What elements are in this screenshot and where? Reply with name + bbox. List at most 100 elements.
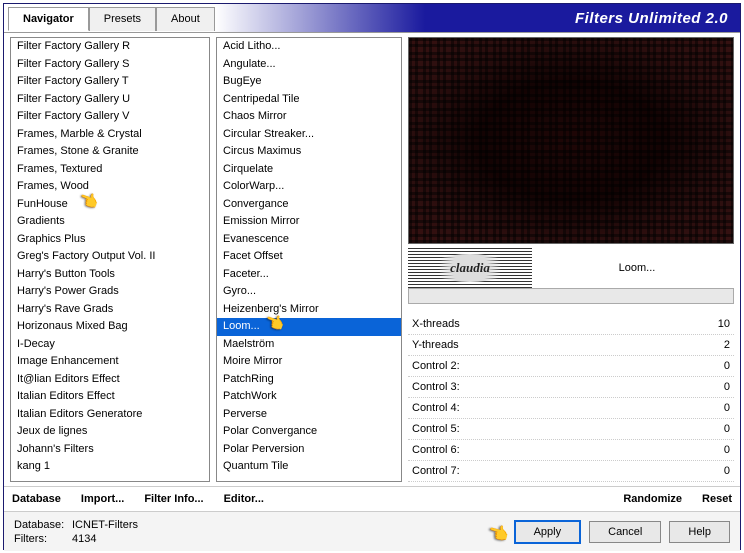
list-item[interactable]: BugEye — [217, 73, 401, 91]
list-item[interactable]: PatchWork — [217, 388, 401, 406]
control-row[interactable]: Control 5:0 — [408, 419, 734, 440]
list-item[interactable]: Filter Factory Gallery R — [11, 38, 209, 56]
list-item[interactable]: Perverse — [217, 406, 401, 424]
list-item[interactable]: ColorWarp... — [217, 178, 401, 196]
cancel-button[interactable]: Cancel — [589, 521, 661, 543]
list-item[interactable]: Horizonaus Mixed Bag — [11, 318, 209, 336]
control-row[interactable]: X-threads10 — [408, 314, 734, 335]
filter-info-button[interactable]: Filter Info... — [144, 493, 203, 505]
control-label: Control 5: — [412, 421, 690, 437]
control-value: 0 — [690, 358, 730, 374]
tab-bar: Navigator Presets About — [8, 6, 215, 30]
control-label: Control 4: — [412, 400, 690, 416]
list-item[interactable]: Filter Factory Gallery T — [11, 73, 209, 91]
list-item[interactable]: Convergance — [217, 196, 401, 214]
control-row[interactable]: Control 4:0 — [408, 398, 734, 419]
import-button[interactable]: Import... — [81, 493, 124, 505]
controls-panel: X-threads10Y-threads2Control 2:0Control … — [408, 314, 734, 482]
footer: Database:ICNET-Filters Filters:4134 👉 Ap… — [4, 511, 740, 551]
control-row[interactable]: Control 6:0 — [408, 440, 734, 461]
list-item[interactable]: Angulate... — [217, 56, 401, 74]
list-item[interactable]: Harry's Button Tools — [11, 266, 209, 284]
list-item[interactable]: Facet Offset — [217, 248, 401, 266]
list-item[interactable]: Frames, Wood — [11, 178, 209, 196]
db-value: ICNET-Filters — [72, 519, 138, 531]
control-value: 10 — [690, 316, 730, 332]
database-button[interactable]: Database — [12, 493, 61, 505]
control-label: Y-threads — [412, 337, 690, 353]
list-item[interactable]: Gradients — [11, 213, 209, 231]
control-row[interactable]: Control 2:0 — [408, 356, 734, 377]
list-item[interactable]: FunHouse👉 — [11, 196, 209, 214]
list-item[interactable]: Harry's Rave Grads — [11, 301, 209, 319]
editor-button[interactable]: Editor... — [224, 493, 264, 505]
list-item[interactable]: I-Decay — [11, 336, 209, 354]
list-item[interactable]: kang 1 — [11, 458, 209, 476]
control-value: 0 — [690, 400, 730, 416]
category-list[interactable]: Filter Factory Gallery RFilter Factory G… — [10, 37, 210, 482]
list-item[interactable]: Jeux de lignes — [11, 423, 209, 441]
list-item[interactable]: Moire Mirror — [217, 353, 401, 371]
list-item[interactable]: Chaos Mirror — [217, 108, 401, 126]
list-item[interactable]: Frames, Stone & Granite — [11, 143, 209, 161]
list-item[interactable]: Johann's Filters — [11, 441, 209, 459]
list-item[interactable]: Emission Mirror — [217, 213, 401, 231]
list-item[interactable]: Polar Convergance — [217, 423, 401, 441]
list-item[interactable]: Frames, Marble & Crystal — [11, 126, 209, 144]
list-item[interactable]: Frames, Textured — [11, 161, 209, 179]
list-item[interactable]: Quantum Tile — [217, 458, 401, 476]
footer-info: Database:ICNET-Filters Filters:4134 — [14, 518, 138, 546]
list-item[interactable]: Maelström — [217, 336, 401, 354]
control-value: 0 — [690, 379, 730, 395]
reset-button[interactable]: Reset — [702, 493, 732, 505]
list-item[interactable]: Image Enhancement — [11, 353, 209, 371]
list-item[interactable]: Centripedal Tile — [217, 91, 401, 109]
list-item[interactable]: Filter Factory Gallery S — [11, 56, 209, 74]
list-item[interactable]: It@lian Editors Effect — [11, 371, 209, 389]
progress-bar — [408, 288, 734, 304]
list-item[interactable]: Cirquelate — [217, 161, 401, 179]
control-value: 0 — [690, 421, 730, 437]
control-label: Control 6: — [412, 442, 690, 458]
list-item[interactable]: Loom...👉 — [217, 318, 401, 336]
app-title: Filters Unlimited 2.0 — [575, 10, 728, 27]
list-item[interactable]: Filter Factory Gallery U — [11, 91, 209, 109]
control-value: 2 — [690, 337, 730, 353]
list-item[interactable]: Filter Factory Gallery V — [11, 108, 209, 126]
list-item[interactable]: PatchRing — [217, 371, 401, 389]
list-item[interactable]: Polar Perversion — [217, 441, 401, 459]
filter-column: Acid Litho...Angulate...BugEyeCentripeda… — [216, 37, 402, 482]
list-item[interactable]: Heizenberg's Mirror — [217, 301, 401, 319]
list-item[interactable]: Harry's Power Grads — [11, 283, 209, 301]
apply-button[interactable]: 👉 Apply — [514, 520, 582, 544]
list-item[interactable]: Circus Maximus — [217, 143, 401, 161]
list-item[interactable]: Circular Streaker... — [217, 126, 401, 144]
list-item[interactable]: Evanescence — [217, 231, 401, 249]
tab-presets[interactable]: Presets — [89, 7, 156, 31]
control-row[interactable]: Control 3:0 — [408, 377, 734, 398]
tab-navigator[interactable]: Navigator — [8, 7, 89, 31]
filters-count: 4134 — [72, 533, 96, 545]
control-value: 0 — [690, 442, 730, 458]
list-item[interactable]: Graphics Plus — [11, 231, 209, 249]
tab-about[interactable]: About — [156, 7, 215, 31]
list-item[interactable]: Italian Editors Generatore — [11, 406, 209, 424]
footer-buttons: 👉 Apply Cancel Help — [514, 520, 730, 544]
main-area: Filter Factory Gallery RFilter Factory G… — [4, 32, 740, 486]
list-item[interactable]: Greg's Factory Output Vol. II — [11, 248, 209, 266]
control-row[interactable]: Control 7:0 — [408, 461, 734, 482]
control-label: Control 3: — [412, 379, 690, 395]
current-filter-name: Loom... — [540, 262, 734, 274]
hand-pointer-icon: 👉 — [485, 521, 511, 546]
list-item[interactable]: Faceter... — [217, 266, 401, 284]
list-item[interactable]: Italian Editors Effect — [11, 388, 209, 406]
list-item[interactable]: Gyro... — [217, 283, 401, 301]
help-button[interactable]: Help — [669, 521, 730, 543]
title-bar: Filters Unlimited 2.0 — [215, 4, 740, 32]
list-item[interactable]: Acid Litho... — [217, 38, 401, 56]
toolbar-row: Database Import... Filter Info... Editor… — [4, 486, 740, 511]
filter-list[interactable]: Acid Litho...Angulate...BugEyeCentripeda… — [216, 37, 402, 482]
randomize-button[interactable]: Randomize — [623, 493, 682, 505]
category-column: Filter Factory Gallery RFilter Factory G… — [10, 37, 210, 482]
control-row[interactable]: Y-threads2 — [408, 335, 734, 356]
